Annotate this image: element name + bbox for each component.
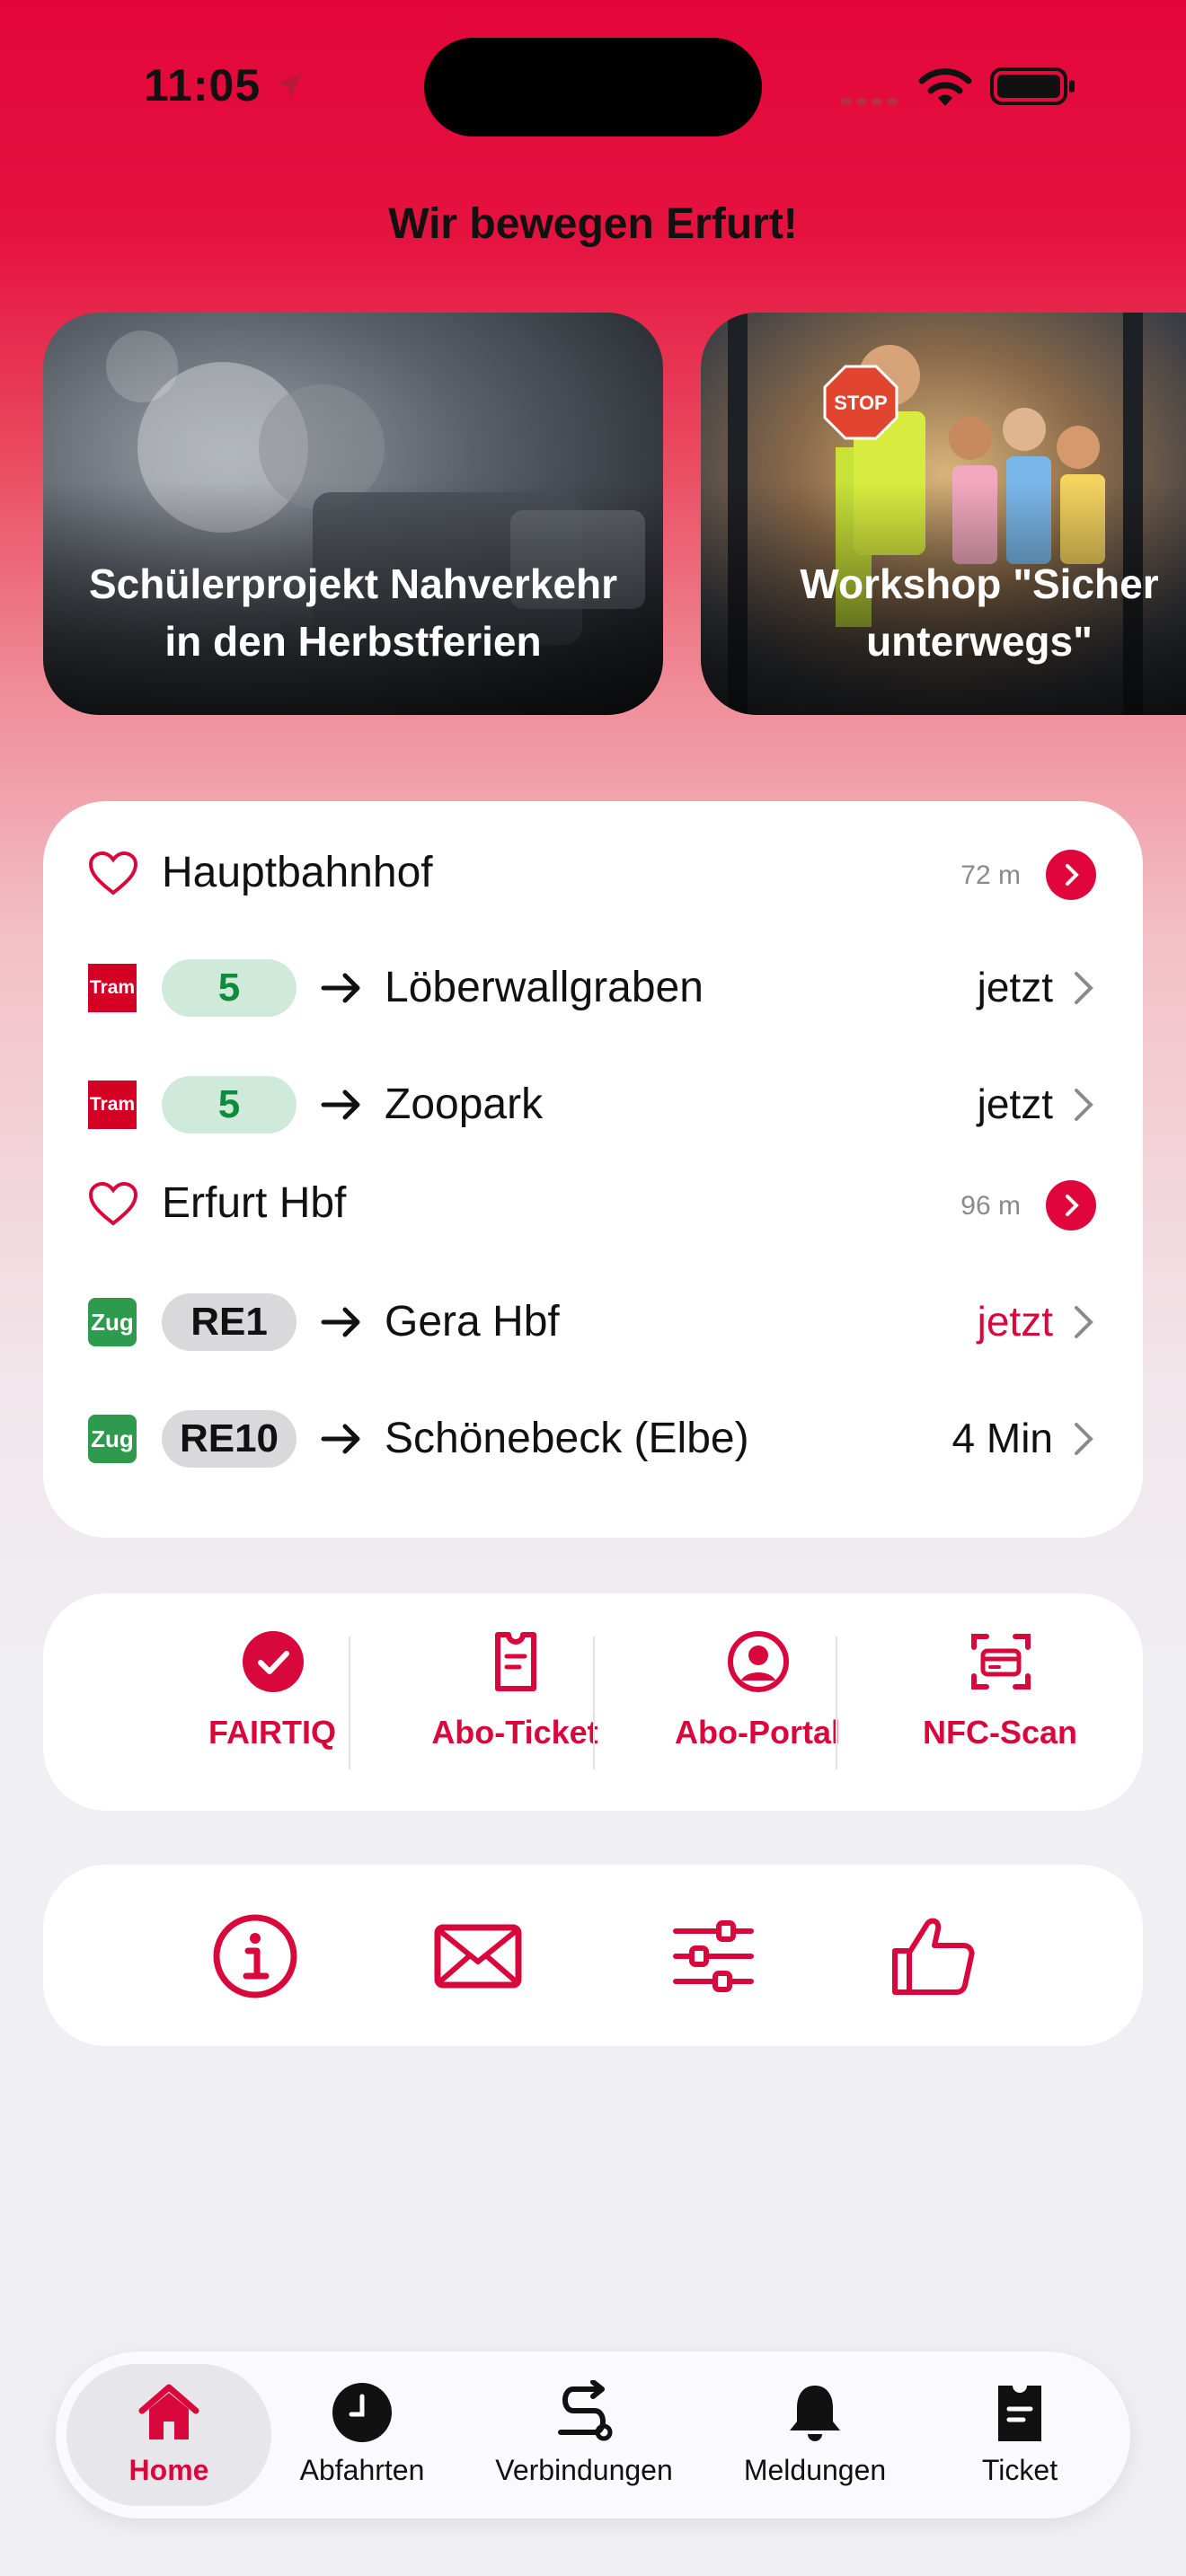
mail-icon[interactable] bbox=[433, 1911, 523, 2001]
location-arrow-icon bbox=[276, 72, 303, 99]
tab-abfahrten[interactable]: Abfahrten bbox=[277, 2380, 447, 2497]
tools-card bbox=[43, 1865, 1143, 2046]
departure-destination: Schönebeck (Elbe) bbox=[385, 1415, 749, 1462]
battery-icon bbox=[990, 67, 1075, 105]
cellular-signal-icon bbox=[841, 93, 902, 110]
dynamic-island bbox=[424, 38, 762, 137]
tab-verbindungen[interactable]: Verbindungen bbox=[491, 2380, 677, 2497]
line-badge: RE10 bbox=[162, 1410, 296, 1468]
route-icon bbox=[558, 2380, 613, 2441]
abo-portal-button[interactable]: Abo-Portal bbox=[636, 1629, 879, 1782]
chevron-right-icon bbox=[1075, 1089, 1093, 1121]
line-badge: 5 bbox=[162, 959, 296, 1017]
favorite-stop-header[interactable]: Erfurt Hbf 96 m bbox=[43, 1160, 1143, 1250]
divider bbox=[349, 1636, 350, 1769]
tab-home[interactable]: Home bbox=[77, 2380, 261, 2497]
status-time: 11:05 bbox=[144, 60, 261, 110]
departure-time: jetzt bbox=[977, 964, 1053, 1010]
abo-ticket-button[interactable]: Abo-Ticket bbox=[394, 1629, 636, 1782]
news-card[interactable]: Schülerprojekt Nahverkehr in den Herbstf… bbox=[43, 313, 663, 715]
stop-sign-icon: STOP bbox=[823, 365, 898, 440]
tab-label: Ticket bbox=[981, 2454, 1058, 2486]
svg-text:STOP: STOP bbox=[834, 392, 888, 414]
quick-action-label: NFC-Scan bbox=[922, 1714, 1078, 1751]
heart-icon[interactable] bbox=[88, 851, 138, 896]
departure-time: jetzt bbox=[977, 1298, 1053, 1345]
tab-ticket[interactable]: Ticket bbox=[934, 2380, 1105, 2497]
stop-name: Hauptbahnhof bbox=[162, 849, 433, 896]
tab-bar: Home Abfahrten Verbindungen Meldungen Ti… bbox=[56, 2351, 1130, 2519]
divider bbox=[593, 1636, 595, 1769]
divider bbox=[836, 1636, 837, 1769]
quick-action-label: FAIRTIQ bbox=[208, 1714, 336, 1751]
news-carousel[interactable]: Schülerprojekt Nahverkehr in den Herbstf… bbox=[0, 313, 1186, 717]
stop-open-button[interactable] bbox=[1046, 850, 1096, 900]
chevron-right-icon bbox=[1066, 864, 1079, 886]
chevron-right-icon bbox=[1066, 1195, 1079, 1216]
ticket-icon bbox=[998, 2386, 1041, 2441]
wifi-icon bbox=[918, 68, 972, 106]
arrow-right-icon bbox=[321, 1424, 360, 1454]
page-headline: Wir bewegen Erfurt! bbox=[388, 200, 798, 248]
arrow-right-icon bbox=[321, 973, 360, 1003]
ticket-icon bbox=[495, 1632, 536, 1691]
departure-row[interactable]: Zug RE10 Schönebeck (Elbe) 4 Min bbox=[43, 1394, 1143, 1484]
settings-sliders-icon[interactable] bbox=[668, 1911, 758, 2001]
favorite-stop-header[interactable]: Hauptbahnhof 72 m bbox=[43, 830, 1143, 920]
status-bar: 11:05 bbox=[0, 0, 1186, 171]
nfc-scan-button[interactable]: NFC-Scan bbox=[879, 1629, 1121, 1782]
train-badge: Zug bbox=[88, 1298, 137, 1346]
quick-actions-card: FAIRTIQ Abo-Ticket Abo-Portal NFC-Scan bbox=[43, 1593, 1143, 1811]
train-badge: Zug bbox=[88, 1415, 137, 1463]
arrow-right-icon bbox=[321, 1090, 360, 1120]
check-circle-icon bbox=[243, 1631, 304, 1692]
nfc-scan-icon bbox=[971, 1634, 1031, 1689]
departure-destination: Gera Hbf bbox=[385, 1298, 560, 1345]
departure-row[interactable]: Tram 5 Zoopark jetzt bbox=[43, 1060, 1143, 1150]
tab-label: Meldungen bbox=[743, 2454, 887, 2486]
arrow-right-icon bbox=[321, 1307, 360, 1337]
tram-badge: Tram bbox=[88, 964, 137, 1012]
line-badge: RE1 bbox=[162, 1293, 296, 1351]
stop-name: Erfurt Hbf bbox=[162, 1179, 347, 1227]
stop-distance: 96 m bbox=[960, 1191, 1021, 1221]
user-circle-icon bbox=[728, 1631, 789, 1692]
chevron-right-icon bbox=[1075, 1306, 1093, 1338]
departure-row[interactable]: Tram 5 Löberwallgraben jetzt bbox=[43, 943, 1143, 1033]
line-badge: 5 bbox=[162, 1076, 296, 1134]
news-card[interactable]: STOP Workshop "Sicher unterwegs" bbox=[701, 313, 1186, 715]
clock-icon bbox=[332, 2383, 392, 2442]
tab-meldungen[interactable]: Meldungen bbox=[730, 2380, 900, 2497]
departure-time: jetzt bbox=[977, 1081, 1053, 1127]
departure-destination: Zoopark bbox=[385, 1081, 544, 1128]
info-icon[interactable] bbox=[210, 1911, 300, 2001]
stop-distance: 72 m bbox=[960, 860, 1021, 890]
stop-open-button[interactable] bbox=[1046, 1180, 1096, 1231]
heart-icon[interactable] bbox=[88, 1182, 138, 1227]
fairtiq-button[interactable]: FAIRTIQ bbox=[151, 1629, 394, 1782]
news-title: Workshop "Sicher unterwegs" bbox=[800, 560, 1159, 665]
departure-destination: Löberwallgraben bbox=[385, 964, 704, 1011]
home-icon bbox=[138, 2384, 199, 2439]
tab-label: Home bbox=[128, 2454, 209, 2486]
chevron-right-icon bbox=[1075, 972, 1093, 1004]
tram-badge: Tram bbox=[88, 1081, 137, 1129]
quick-action-label: Abo-Ticket bbox=[431, 1714, 598, 1751]
tab-label: Verbindungen bbox=[495, 2454, 673, 2486]
thumbs-up-icon[interactable] bbox=[888, 1911, 978, 2001]
departure-row[interactable]: Zug RE1 Gera Hbf jetzt bbox=[43, 1277, 1143, 1367]
bell-icon bbox=[790, 2386, 840, 2441]
chevron-right-icon bbox=[1075, 1423, 1093, 1455]
tab-label: Abfahrten bbox=[299, 2454, 425, 2486]
quick-action-label: Abo-Portal bbox=[675, 1714, 840, 1751]
departure-time: 4 Min bbox=[951, 1415, 1053, 1461]
news-title: Schülerprojekt Nahverkehr in den Herbstf… bbox=[88, 560, 617, 665]
favorites-departures-card: Hauptbahnhof 72 m Tram 5 Löberwallgraben… bbox=[43, 801, 1143, 1538]
